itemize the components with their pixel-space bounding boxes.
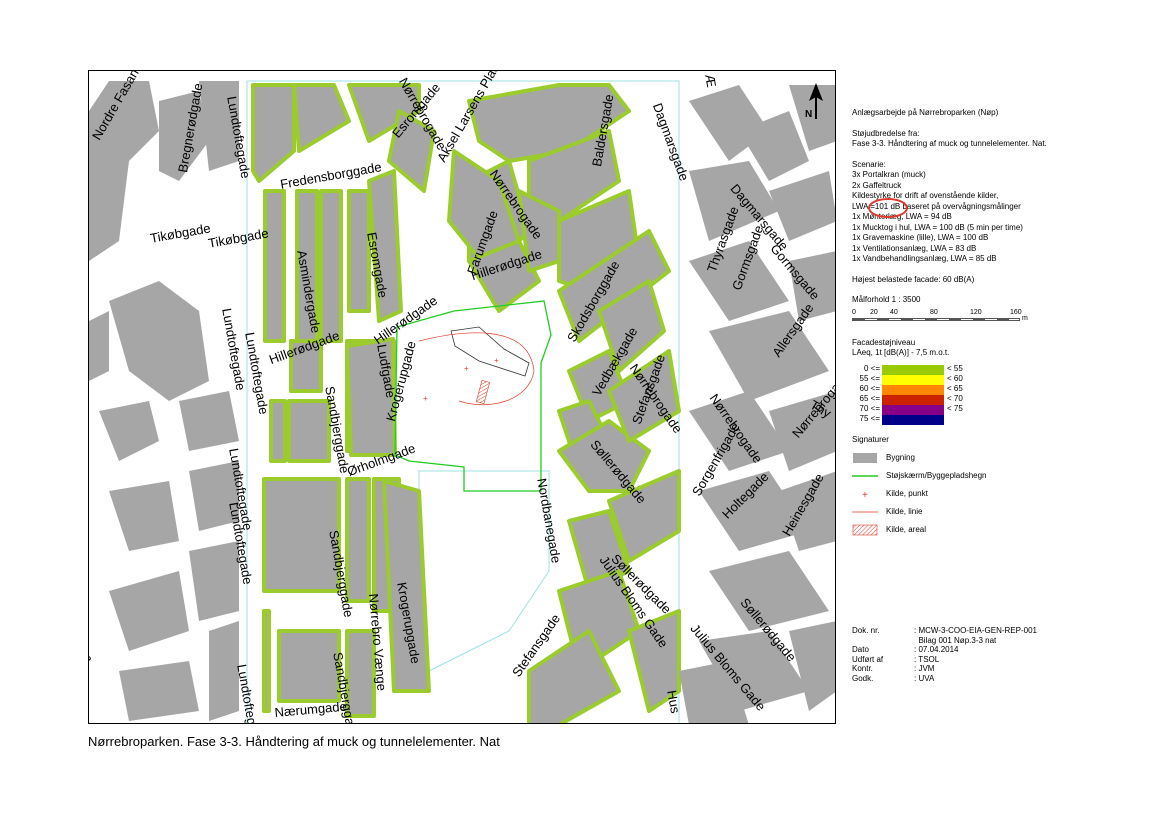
docinfo-key: Godk. [852, 673, 874, 683]
street-label: Æ [702, 73, 720, 89]
docinfo-value: : MCW-3-COO-EIA-GEN-REP-001 [914, 626, 1037, 635]
signature-row: Kilde, linie [852, 503, 1152, 521]
noise-class-upper: < 75 [947, 404, 963, 414]
noise-class-row: 0 <= < 55 [852, 364, 1152, 375]
docinfo-key: Dato [852, 645, 869, 654]
north-arrow-icon: N [801, 81, 831, 121]
scale-tick: 0 [852, 308, 856, 316]
scenario-line: 1x Vandbehandlingsanlæg, LWA = 85 dB [852, 254, 997, 263]
signature-line-icon [852, 506, 878, 518]
work-area: + + + [418, 326, 535, 406]
scenario-line: 1x Gravemaskine (lille), LWA = 100 dB [852, 233, 989, 242]
svg-text:+: + [464, 364, 469, 373]
docinfo-row: Udført af : TSOL [852, 655, 1037, 665]
docinfo-row: Godk. : UVA [852, 674, 1037, 684]
docinfo-value: Bilag 001 Nøp.3-3 nat [914, 635, 997, 645]
annotation-circle [868, 198, 908, 218]
figure-caption: Nørrebroparken. Fase 3-3. Håndtering af … [88, 734, 500, 749]
svg-text:+: + [494, 356, 499, 365]
noise-class-row: 60 <= < 65 [852, 384, 1152, 395]
docinfo-row: Bilag 001 Nøp.3-3 nat [852, 636, 1037, 646]
noise-class-row: 70 <= < 75 [852, 404, 1152, 415]
noise-class-row: 55 <= < 60 [852, 374, 1152, 385]
project-title: Anlægsarbejde på Nørrebroparken (Nøp) [852, 108, 999, 117]
scale-unit: m [1022, 314, 1028, 322]
noise-class-lower: 70 <= [859, 404, 880, 414]
noise-class-upper: < 60 [947, 374, 963, 384]
assessment-heading: Støjudbredelse fra: [852, 128, 920, 138]
svg-text:+: + [862, 490, 868, 500]
docinfo-row: Kontr. : JVM [852, 664, 1037, 674]
noise-class-swatch [882, 374, 944, 385]
scenario-line: 2x Gaffeltruck [852, 180, 902, 190]
map-legend: Anlægsarbejde på Nørrebroparken (Nøp) St… [852, 108, 1152, 539]
scenario-list: 3x Portalkran (muck) 2x Gaffeltruck Kildes… [852, 170, 1152, 265]
signature-point-icon: + [852, 488, 878, 501]
docinfo-value: : TSOL [914, 654, 940, 664]
noise-class-row: 75 <= [852, 414, 1152, 425]
noise-class-lower: 65 <= [859, 394, 880, 404]
noise-class-lower: 55 <= [859, 374, 880, 384]
noise-class-upper: < 55 [947, 364, 963, 374]
noise-class-lower: 75 <= [859, 414, 880, 424]
scenario-line: 1x Ventilationsanlæg, LWA = 83 dB [852, 243, 977, 253]
docinfo-value: : UVA [914, 673, 935, 683]
scale-tick: 40 [890, 308, 898, 316]
signature-row: + Kilde, punkt [852, 485, 1152, 503]
signature-label: Kilde, punkt [886, 488, 928, 498]
north-label: N [805, 109, 812, 120]
docinfo-row: Dato : 07.04.2014 [852, 645, 1037, 655]
scale-label: Målforhold 1 : 3500 [852, 295, 921, 304]
docinfo-key: Udført af [852, 654, 884, 664]
document-info: Dok. nr. : MCW-3-COO-EIA-GEN-REP-001 Bila… [852, 626, 1037, 683]
svg-text:+: + [423, 394, 428, 403]
signature-row: Bygning [852, 449, 1152, 467]
docinfo-value: : 07.04.2014 [914, 645, 959, 654]
scenario-line: 3x Portalkran (muck) [852, 170, 926, 179]
scale-tick: 80 [930, 308, 938, 316]
construction-fence [394, 300, 552, 492]
noise-class-swatch [882, 384, 944, 395]
signature-label: Kilde, linie [886, 506, 923, 516]
facade-heading: Facadestøjniveau [852, 337, 916, 347]
facade-subheading: LAeq, 1t [dB(A)] - 7,5 m.o.t. [852, 348, 950, 357]
max-facade-level: Højest belastede facade: 60 dB(A) [852, 274, 975, 284]
signature-label: Støjskærm/Byggepladshegn [886, 470, 987, 480]
docinfo-key [852, 636, 914, 646]
noise-class-row: 65 <= < 70 [852, 394, 1152, 405]
noise-class-swatch [882, 414, 944, 425]
scale-tick: 120 [970, 308, 982, 316]
noise-class-upper: < 70 [947, 394, 963, 404]
signatures-heading: Signaturer [852, 434, 889, 444]
signature-row: Kilde, areal [852, 521, 1152, 539]
signature-building-icon [852, 452, 878, 464]
noise-class-lower: 0 <= [863, 364, 880, 374]
signature-area-icon [852, 524, 878, 536]
noise-map: + + + Nordre Fasan Bregnerødgade Lundtofte… [88, 70, 836, 724]
noise-class-list: 0 <= < 55 55 <= < 60 60 <= < 65 65 <= < 70 70 <=… [852, 364, 1152, 425]
docinfo-key: Dok. nr. [852, 626, 880, 635]
assessment-text: Fase 3-3. Håndtering af muck og tunnelel… [852, 139, 1047, 148]
signature-row: Støjskærm/Byggepladshegn [852, 467, 1152, 485]
noise-class-lower: 60 <= [859, 384, 880, 394]
scenario-heading: Scenarie: [852, 159, 886, 169]
scale-bar: 0 20 40 80 120 160 m [852, 308, 1032, 328]
signature-label: Bygning [886, 452, 915, 462]
noise-class-upper: < 65 [947, 384, 963, 394]
docinfo-row: Dok. nr. : MCW-3-COO-EIA-GEN-REP-001 [852, 626, 1037, 636]
noise-class-swatch [882, 394, 944, 405]
signature-label: Kilde, areal [886, 524, 927, 534]
signature-list: Bygning Støjskærm/Byggepladshegn + Kilde, p… [852, 449, 1152, 539]
noise-class-swatch [882, 364, 944, 375]
docinfo-key: Kontr. [852, 664, 873, 673]
scale-tick: 160 [1010, 308, 1022, 316]
scenario-line: 1x Mucktog i hul, LWA = 100 dB (5 min pe… [852, 222, 1023, 232]
noise-class-swatch [882, 404, 944, 415]
docinfo-value: : JVM [914, 664, 935, 673]
scale-tick: 20 [870, 308, 878, 316]
signature-screen-icon [852, 470, 878, 482]
